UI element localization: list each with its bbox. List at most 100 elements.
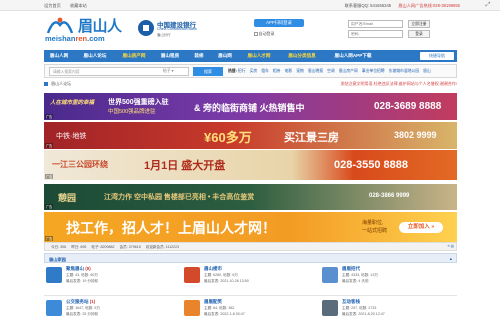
forum-icon bbox=[322, 267, 338, 283]
rss-icon[interactable]: ≡ ▤ bbox=[448, 244, 455, 248]
section-header: 眉山家园 ▴ bbox=[44, 253, 457, 263]
banner-2-price: ¥60多万 bbox=[204, 130, 252, 145]
banner-2-brand: 中铁·地铁 bbox=[56, 133, 87, 140]
top-contact: 联系客服QQ: 541555345 眉山人网广告热线:028-38199655 bbox=[339, 3, 460, 9]
top-links: 设为首页 收藏本站 bbox=[44, 3, 95, 9]
app-qr-login-button[interactable]: APP扫码登录 bbox=[254, 19, 304, 27]
nav-item-decoration[interactable]: 装修 bbox=[188, 50, 210, 62]
search-bar: 请输入搜索内容 帖子 ▾ 搜索 热搜: 招行 买房 租车 相亲 电影 宠物 眉山… bbox=[44, 64, 457, 78]
search-button[interactable]: 搜索 bbox=[193, 67, 223, 76]
hot-term[interactable]: 事业单位招聘 bbox=[362, 69, 385, 73]
forum-item[interactable]: 眉眉配笑 主题: 84, 帖数: 382 最后发表: 2022-1-8 00:4… bbox=[182, 297, 319, 327]
set-homepage-link[interactable]: 设为首页 bbox=[44, 3, 61, 8]
ad-tag: 广告 bbox=[45, 236, 54, 241]
ad-banner-1[interactable]: 人在城市里的幸福 世界500强重磅入驻 中国500强品牌进驻 & 旁的临街商铺 … bbox=[44, 93, 457, 120]
ad-banner-2[interactable]: 中铁·地铁 ¥60多万 买江景三房 3802 9999 广告 bbox=[44, 122, 457, 149]
forum-icon bbox=[46, 300, 62, 316]
login-form: 立即注册 登录 bbox=[348, 20, 432, 40]
fullscreen-icon[interactable]: ⤢ bbox=[476, 0, 500, 11]
banner-3-headline: 1月1日 盛大开盘 bbox=[144, 160, 226, 172]
hot-term[interactable]: 招行 bbox=[238, 69, 246, 73]
forum-stats: 主题: 4333, 帖数: 13万 bbox=[342, 273, 378, 277]
forum-last-post[interactable]: 最后发表: 2021-8-20 12:47 bbox=[342, 312, 385, 317]
ad-banner-3[interactable]: 一江三公园环绕 1月1日 盛大开盘 028-3550 8888 广告 bbox=[44, 150, 457, 180]
forum-stats: 主题: 84, 帖数: 382 bbox=[204, 306, 235, 310]
hot-term[interactable]: 电影 bbox=[285, 69, 293, 73]
forum-last-post[interactable]: 最后发表: 19 分钟前 bbox=[66, 279, 98, 284]
checkbox-icon bbox=[254, 32, 258, 36]
home-icon[interactable] bbox=[44, 81, 48, 86]
hot-term[interactable]: 租车 bbox=[261, 69, 269, 73]
forum-item[interactable]: 眉山楼市 主题: 6280, 帖数: 6万 最后发表: 2021-10-26 1… bbox=[182, 264, 319, 294]
forum-name[interactable]: 公交服务站 (1) bbox=[66, 299, 95, 305]
forum-last-post[interactable]: 最后发表: 2021-10-26 13:50 bbox=[204, 279, 249, 284]
search-type-select[interactable]: 帖子 ▾ bbox=[163, 67, 183, 76]
forum-name[interactable]: 互动客栈 bbox=[342, 299, 360, 305]
forum-stats: 主题: 43, 帖数: 60万 bbox=[66, 273, 98, 277]
logo-english: meishanren.com bbox=[45, 34, 105, 43]
ad-tag: 广告 bbox=[45, 204, 54, 209]
join-now-button[interactable]: 立即加入 » bbox=[399, 222, 443, 233]
banner-4-brand: 憩园 bbox=[58, 194, 77, 204]
section-title[interactable]: 眉山家园 bbox=[49, 257, 66, 263]
hot-term[interactable]: 眉山晚报 bbox=[308, 69, 323, 73]
banner-5-sub2: 一站式招聘 bbox=[362, 228, 388, 234]
banner-1-phone: 028-3689 8888 bbox=[374, 101, 442, 112]
banner-5-headline: 找工作，招人才！上眉山人才网！ bbox=[66, 220, 276, 236]
forum-name[interactable]: 眉眉招代 bbox=[342, 266, 360, 272]
forum-last-post[interactable]: 最后发表: 4 天前 bbox=[342, 279, 369, 284]
hot-term[interactable]: 空调 bbox=[327, 69, 335, 73]
ad-banner-4[interactable]: 憩园 江湾力作 空中私园 售楼部已亮相 • 丰合高位鉴赏 028-3866 99… bbox=[44, 184, 457, 210]
forum-last-post[interactable]: 最后发表: 25 分钟前 bbox=[66, 312, 98, 317]
forum-last-post[interactable]: 最后发表: 2022-1-8 00:47 bbox=[204, 312, 245, 317]
bookmark-link[interactable]: 收藏本站 bbox=[70, 3, 87, 8]
ad-banner-jobs[interactable]: 找工作，招人才！上眉山人才网！ 海量职位, 一站式招聘 立即加入 » 广告 bbox=[44, 212, 457, 242]
forum-stats-bar: 今日: 306 昨日: 695 帖子: 8209882 会员: 379615 欢… bbox=[44, 242, 457, 251]
register-button[interactable]: 立即注册 bbox=[408, 20, 430, 28]
hot-term[interactable]: 相亲 bbox=[273, 69, 281, 73]
quick-nav-button[interactable]: 快捷导航 bbox=[420, 52, 454, 60]
login-button[interactable]: 登录 bbox=[408, 30, 430, 38]
top-utility-bar: 设为首页 收藏本站 联系客服QQ: 541555345 眉山人网广告热线:028… bbox=[0, 0, 500, 11]
forum-name[interactable]: 眉山楼市 bbox=[204, 266, 222, 272]
row-divider bbox=[44, 295, 457, 296]
nav-item-app[interactable]: 眉山人网APP下载 bbox=[326, 50, 380, 62]
banner-3-phone: 028-3550 8888 bbox=[334, 159, 409, 171]
main-nav: 眉山人网 眉山人论坛 眉山房产网 眉山租房 装修 眉山网 眉山人才网 眉山分类信… bbox=[44, 50, 457, 62]
forum-item[interactable]: 公交服务站 (1) 主题: 1647, 帖数: 5万 最后发表: 25 分钟前 bbox=[44, 297, 181, 327]
nav-item-classified[interactable]: 眉山分类信息 bbox=[280, 50, 324, 62]
forum-item[interactable]: 聚焦眉山 (8) 主题: 43, 帖数: 60万 最后发表: 19 分钟前 bbox=[44, 264, 181, 294]
nav-item-rent[interactable]: 眉山租房 bbox=[154, 50, 186, 62]
breadcrumb-forum[interactable]: 眉山人论坛 bbox=[51, 81, 71, 86]
password-input[interactable] bbox=[348, 30, 403, 38]
forum-item[interactable]: 互动客栈 主题: 257, 帖数: 2733 最后发表: 2021-8-20 1… bbox=[320, 297, 457, 327]
nav-item-home[interactable]: 眉山人网 bbox=[44, 50, 74, 62]
breadcrumb: 眉山人论坛 发帖注意文明用语,杜绝违反法律,维护网站与个人名誉权,谢谢合作! bbox=[44, 81, 457, 89]
forum-name[interactable]: 眉眉配笑 bbox=[204, 299, 222, 305]
forum-name[interactable]: 聚焦眉山 (8) bbox=[66, 266, 91, 272]
site-header: 眉山人 meishanren.com 中国建设银行 China Construc… bbox=[0, 11, 500, 47]
forum-stats: 今日: 306 昨日: 695 帖子: 8209882 会员: 379615 欢… bbox=[51, 245, 183, 250]
nav-item-house[interactable]: 眉山房产网 bbox=[116, 50, 152, 62]
hot-term[interactable]: 买房 bbox=[250, 69, 258, 73]
site-logo[interactable]: 眉山人 meishanren.com bbox=[44, 13, 132, 45]
forum-icon bbox=[184, 267, 200, 283]
nav-item-meishan[interactable]: 眉山网 bbox=[212, 50, 238, 62]
username-input[interactable] bbox=[348, 20, 403, 28]
nav-item-forum[interactable]: 眉山人论坛 bbox=[76, 50, 114, 62]
stat-newest-member[interactable]: 欢迎新会员: 1112223 bbox=[146, 245, 179, 249]
collapse-icon[interactable]: ▴ bbox=[450, 256, 452, 262]
hot-term[interactable]: 眉山房产网 bbox=[339, 69, 358, 73]
ad-tag: 广告 bbox=[45, 174, 54, 179]
hot-term[interactable]: 东坡城市湿地公园 bbox=[389, 69, 419, 73]
hot-search-list: 热搜: 招行 买房 租车 相亲 电影 宠物 眉山晚报 空调 眉山房产网 事业单位… bbox=[228, 69, 434, 74]
hot-term[interactable]: 眉山 bbox=[423, 69, 431, 73]
banner-2-phone: 3802 9999 bbox=[394, 130, 437, 140]
auto-login-checkbox[interactable]: 自动登录 bbox=[254, 31, 275, 37]
bank-english: China Construction Bank bbox=[157, 27, 197, 31]
nav-item-jobs[interactable]: 眉山人才网 bbox=[240, 50, 278, 62]
forum-item[interactable]: 眉眉招代 主题: 4333, 帖数: 13万 最后发表: 4 天前 bbox=[320, 264, 457, 294]
logo-chinese: 眉山人 bbox=[78, 17, 122, 35]
bank-sponsor-logo[interactable]: 中国建设银行 China Construction Bank 眉山分行 bbox=[138, 19, 198, 39]
hot-term[interactable]: 宠物 bbox=[296, 69, 304, 73]
